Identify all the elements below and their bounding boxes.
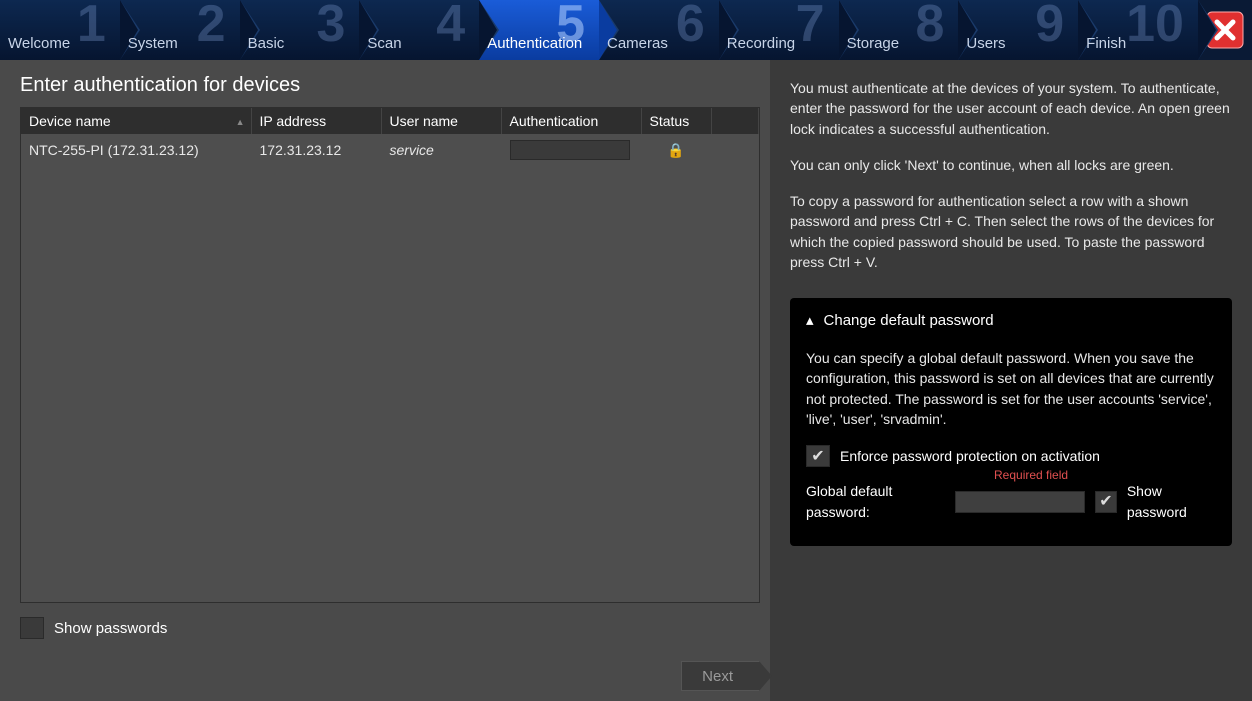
step-label: Recording bbox=[727, 35, 795, 52]
show-passwords-label: Show passwords bbox=[54, 620, 167, 637]
enforce-checkbox[interactable] bbox=[806, 445, 830, 467]
step-label: Authentication bbox=[487, 35, 582, 52]
next-button[interactable]: Next bbox=[681, 661, 760, 691]
step-label: Storage bbox=[847, 35, 900, 52]
show-password-checkbox[interactable] bbox=[1095, 491, 1117, 513]
global-password-label: Global default password: bbox=[806, 481, 945, 522]
cell-user: service bbox=[381, 134, 501, 166]
show-password-label: Show password bbox=[1127, 481, 1216, 522]
help-text: To copy a password for authentication se… bbox=[790, 191, 1232, 272]
enforce-label: Enforce password protection on activatio… bbox=[840, 446, 1100, 466]
help-panel: You must authenticate at the devices of … bbox=[770, 60, 1252, 701]
wizard-steps: 1Welcome 2System 3Basic 4Scan 5Authentic… bbox=[0, 0, 1252, 60]
panel-header[interactable]: ▴ Change default password bbox=[806, 310, 1216, 332]
step-label: Scan bbox=[367, 35, 401, 52]
main-panel: Enter authentication for devices Device … bbox=[0, 60, 770, 701]
col-device[interactable]: Device name▲ bbox=[21, 108, 251, 134]
change-password-panel: ▴ Change default password You can specif… bbox=[790, 298, 1232, 546]
table-row[interactable]: NTC-255-PI (172.31.23.12) 172.31.23.12 s… bbox=[21, 134, 759, 166]
cell-auth bbox=[501, 134, 641, 166]
col-user[interactable]: User name bbox=[381, 108, 501, 134]
panel-title: Change default password bbox=[824, 310, 994, 332]
step-label: System bbox=[128, 35, 178, 52]
page-title: Enter authentication for devices bbox=[20, 74, 760, 97]
lock-icon: 🔒 bbox=[667, 142, 684, 158]
sort-asc-icon: ▲ bbox=[236, 117, 245, 127]
global-password-input[interactable] bbox=[955, 491, 1085, 513]
col-auth[interactable]: Authentication bbox=[501, 108, 641, 134]
col-status[interactable]: Status bbox=[641, 108, 711, 134]
step-label: Finish bbox=[1086, 35, 1126, 52]
show-passwords-checkbox[interactable] bbox=[20, 617, 44, 639]
help-text: You must authenticate at the devices of … bbox=[790, 78, 1232, 139]
help-text: You can only click 'Next' to continue, w… bbox=[790, 155, 1232, 175]
chevron-up-icon: ▴ bbox=[806, 310, 814, 332]
panel-desc: You can specify a global default passwor… bbox=[806, 348, 1216, 429]
cell-device: NTC-255-PI (172.31.23.12) bbox=[21, 134, 251, 166]
auth-password-input[interactable] bbox=[510, 140, 630, 160]
step-welcome[interactable]: 1Welcome bbox=[0, 0, 120, 60]
cell-status: 🔒 bbox=[641, 134, 711, 166]
step-label: Users bbox=[966, 35, 1005, 52]
step-label: Welcome bbox=[8, 35, 70, 52]
step-label: Cameras bbox=[607, 35, 668, 52]
required-field-label: Required field bbox=[994, 467, 1068, 484]
step-label: Basic bbox=[248, 35, 285, 52]
device-table: Device name▲ IP address User name Authen… bbox=[20, 107, 760, 603]
cell-ip: 172.31.23.12 bbox=[251, 134, 381, 166]
col-ip[interactable]: IP address bbox=[251, 108, 381, 134]
